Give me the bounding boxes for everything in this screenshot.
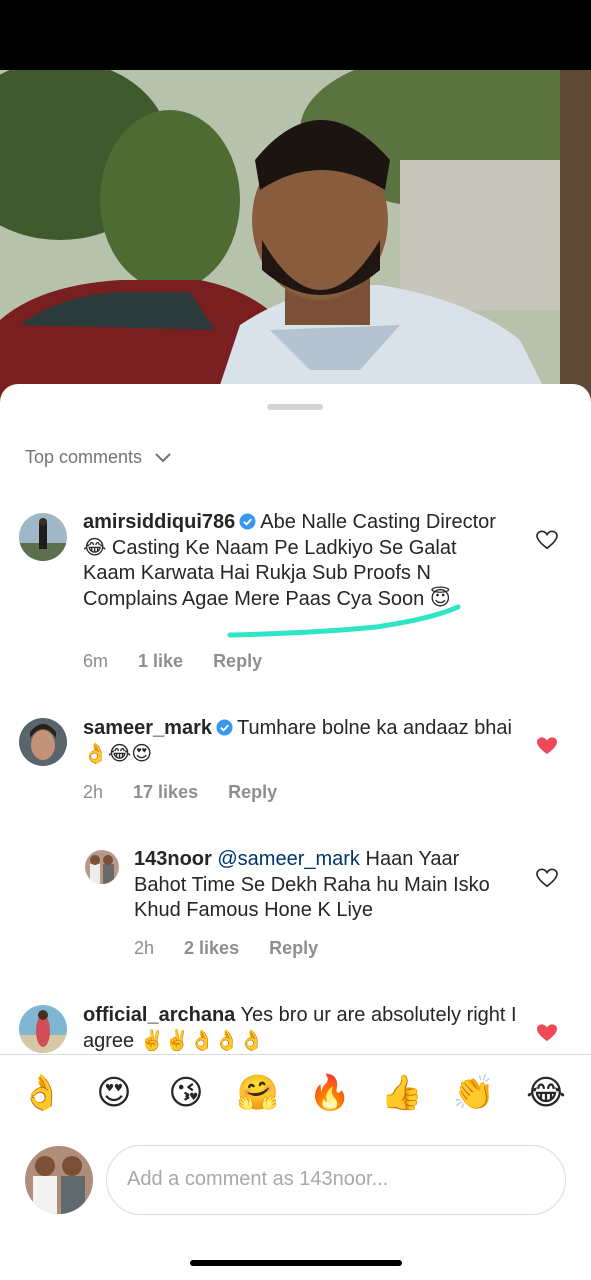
comments-sheet: Top comments amirsiddiqui786 Abe Nalle Ca… bbox=[0, 384, 591, 1280]
comment-meta: 2h 17 likes Reply bbox=[83, 782, 307, 803]
comment-time: 2h bbox=[83, 782, 104, 802]
verified-badge-icon bbox=[216, 719, 233, 736]
like-heart-icon[interactable] bbox=[536, 868, 558, 888]
status-bar bbox=[0, 0, 591, 70]
comment-likes[interactable]: 17 likes bbox=[133, 782, 198, 803]
highlight-underline-annotation bbox=[227, 604, 461, 638]
chevron-down-icon bbox=[155, 453, 171, 463]
comment-username[interactable]: sameer_mark bbox=[83, 717, 212, 739]
reply-button[interactable]: Reply bbox=[269, 938, 318, 959]
comment-meta: 6m 1 like Reply bbox=[83, 651, 292, 672]
video-still-image bbox=[0, 70, 591, 400]
emoji-laugh-tears-button[interactable]: 😂 bbox=[524, 1073, 568, 1113]
home-indicator[interactable] bbox=[190, 1260, 402, 1266]
comment-username[interactable]: official_archana bbox=[83, 1004, 235, 1026]
my-avatar bbox=[25, 1146, 93, 1214]
reply-button[interactable]: Reply bbox=[213, 651, 262, 672]
comment-meta: 2h 2 likes Reply bbox=[134, 938, 348, 959]
comment-username[interactable]: amirsiddiqui786 bbox=[83, 511, 235, 533]
avatar[interactable] bbox=[19, 513, 67, 561]
liked-heart-icon[interactable] bbox=[536, 1023, 558, 1043]
emoji-hug-button[interactable]: 🤗 bbox=[236, 1073, 280, 1113]
comment-input[interactable]: Add a comment as 143noor... bbox=[106, 1145, 566, 1215]
liked-heart-icon[interactable] bbox=[536, 736, 558, 756]
avatar[interactable] bbox=[19, 718, 67, 766]
emoji-thumbs-up-button[interactable]: 👍 bbox=[380, 1073, 424, 1113]
comment-time: 6m bbox=[83, 651, 109, 671]
sheet-grabber-handle[interactable] bbox=[267, 404, 323, 410]
avatar[interactable] bbox=[85, 850, 119, 884]
comment-time: 2h bbox=[134, 938, 155, 958]
emoji-ok-hand-button[interactable]: 👌 bbox=[20, 1073, 64, 1113]
emoji-fire-button[interactable]: 🔥 bbox=[308, 1073, 352, 1113]
avatar[interactable] bbox=[19, 1005, 67, 1053]
comment-username[interactable]: 143noor bbox=[134, 848, 212, 870]
comment-likes[interactable]: 1 like bbox=[138, 651, 183, 672]
sort-label: Top comments bbox=[25, 446, 143, 467]
comment-composer: Add a comment as 143noor... bbox=[0, 1130, 591, 1280]
video-frame[interactable] bbox=[0, 70, 591, 400]
emoji-heart-eyes-button[interactable]: 😍 bbox=[92, 1073, 136, 1113]
emoji-quick-reaction-bar: 👌 😍 😘 🤗 🔥 👍 👏 😂 bbox=[0, 1054, 591, 1130]
mention-link[interactable]: @sameer_mark bbox=[217, 848, 360, 870]
comment-likes[interactable]: 2 likes bbox=[184, 938, 239, 959]
verified-badge-icon bbox=[239, 513, 256, 530]
reply-button[interactable]: Reply bbox=[228, 782, 277, 803]
emoji-clap-button[interactable]: 👏 bbox=[452, 1073, 496, 1113]
sort-comments-dropdown[interactable]: Top comments bbox=[25, 444, 172, 470]
like-heart-icon[interactable] bbox=[536, 530, 558, 550]
emoji-kiss-button[interactable]: 😘 bbox=[164, 1073, 208, 1113]
